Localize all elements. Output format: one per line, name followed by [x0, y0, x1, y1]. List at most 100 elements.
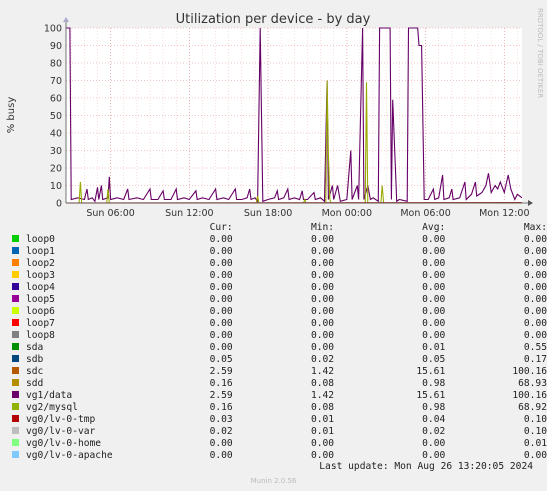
legend-min-value: 1.42	[310, 366, 335, 377]
legend-max-value: 0.10	[523, 426, 547, 437]
legend-table: Cur: Min: Avg: Max: loop0 0.00 0.00 0.00 0.0…	[12, 222, 547, 462]
legend-avg-value: 0.00	[422, 270, 446, 281]
legend-max-value: 0.00	[523, 270, 547, 281]
legend-max-value: 0.00	[523, 258, 547, 269]
y-tick-label: 100	[44, 24, 62, 35]
legend-series: vg0/lv-0-var	[12, 426, 151, 438]
legend-max-value: 100.16	[512, 366, 547, 377]
y-tick-label: 80	[50, 59, 62, 70]
legend-min-value: 0.02	[310, 354, 335, 365]
legend-avg-value: 0.05	[422, 354, 446, 365]
legend-series-name: vg1/data	[26, 390, 73, 401]
y-tick-label: 0	[56, 199, 62, 210]
legend-row: vg2/mysql 0.16 0.08 0.98 68.92	[12, 402, 547, 414]
legend-row: vg0/lv-0-var 0.02 0.01 0.02 0.10	[12, 426, 547, 438]
legend-series: vg0/lv-0-tmp	[12, 414, 151, 426]
legend-row: loop7 0.00 0.00 0.00 0.00	[12, 318, 547, 330]
legend-series-name: vg0/lv-0-home	[26, 438, 102, 449]
y-tick-label: 50	[50, 111, 62, 122]
legend-color-swatch	[12, 367, 19, 374]
legend-series: loop7	[12, 318, 151, 330]
legend-color-swatch	[12, 259, 19, 266]
legend-avg-value: 0.04	[422, 414, 446, 425]
legend-series-name: vg0/lv-0-var	[26, 426, 96, 437]
legend-series-name: loop1	[26, 246, 55, 257]
legend-cur-value: 0.00	[209, 246, 233, 257]
y-axis-arrow-icon	[63, 17, 69, 22]
legend-color-swatch	[12, 355, 19, 362]
legend-min-value: 0.01	[310, 426, 335, 437]
legend-color-swatch	[12, 295, 19, 302]
legend-row: vg0/lv-0-home 0.00 0.00 0.00 0.01	[12, 438, 547, 450]
x-ticks: Sun 06:00 Sun 12:00 Sun 18:00 Mon 00:00 Mon …	[86, 208, 529, 219]
legend-color-swatch	[12, 427, 19, 434]
legend-series: loop4	[12, 282, 151, 294]
legend-series-name: loop6	[26, 306, 55, 317]
legend-avg-value: 0.00	[422, 234, 446, 245]
legend-max-value: 0.00	[523, 246, 547, 257]
legend-series: sdd	[12, 378, 151, 390]
legend-color-swatch	[12, 283, 19, 290]
legend-cur-value: 0.00	[209, 450, 233, 461]
legend-min-value: 0.00	[310, 246, 335, 257]
legend-color-swatch	[12, 343, 19, 350]
legend-row: sdb 0.05 0.02 0.05 0.17	[12, 354, 547, 366]
y-tick-label: 60	[50, 94, 62, 105]
legend-min-value: 0.00	[310, 294, 335, 305]
legend-header-row: Cur: Min: Avg: Max:	[12, 222, 547, 234]
x-tick-label: Mon 00:00	[322, 208, 372, 219]
y-tick-label: 90	[50, 41, 62, 52]
legend-series: sdc	[12, 366, 151, 378]
legend-avg-value: 15.61	[416, 366, 446, 377]
legend-max-value: 68.92	[518, 402, 547, 413]
legend-avg-value: 0.00	[422, 258, 446, 269]
legend-min-value: 0.00	[310, 270, 335, 281]
legend-header-cur: Cur:	[209, 222, 233, 233]
x-tick-label: Sun 18:00	[244, 208, 292, 219]
last-update: Last update: Mon Aug 26 13:20:05 2024	[319, 461, 533, 472]
munin-version-footer: Munin 2.0.56	[250, 477, 297, 485]
legend-series-name: loop7	[26, 318, 55, 329]
legend-cur-value: 0.02	[209, 426, 233, 437]
legend-series-name: sda	[26, 342, 44, 353]
legend-row: loop4 0.00 0.00 0.00 0.00	[12, 282, 547, 294]
legend-cur-value: 0.16	[209, 402, 233, 413]
legend-color-swatch	[12, 307, 19, 314]
legend-cur-value: 0.00	[209, 234, 233, 245]
legend-max-value: 68.93	[518, 378, 547, 389]
legend-cur-value: 0.00	[209, 282, 233, 293]
legend-row: vg1/data 2.59 1.42 15.61 100.16	[12, 390, 547, 402]
y-tick-label: 30	[50, 146, 62, 157]
legend-avg-value: 0.00	[422, 282, 446, 293]
y-tick-label: 40	[50, 129, 62, 140]
legend-max-value: 0.00	[523, 234, 547, 245]
legend-max-value: 0.00	[523, 306, 547, 317]
legend-min-value: 0.00	[310, 258, 335, 269]
legend-series: loop8	[12, 330, 151, 342]
legend-header-name	[12, 222, 151, 234]
chart-title: Utilization per device - by day	[176, 12, 371, 27]
legend-cur-value: 0.00	[209, 342, 233, 353]
legend-avg-value: 0.00	[422, 318, 446, 329]
utilization-chart: Utilization per device - by day % busy R…	[6, 8, 544, 219]
legend-header-max: Max:	[523, 222, 547, 233]
legend-avg-value: 0.98	[422, 402, 446, 413]
legend-series-name: sdc	[26, 366, 44, 377]
legend-min-value: 1.42	[310, 390, 335, 401]
legend-series: loop2	[12, 258, 151, 270]
legend-color-swatch	[12, 403, 19, 410]
legend-row: loop6 0.00 0.00 0.00 0.00	[12, 306, 547, 318]
legend-max-value: 0.00	[523, 318, 547, 329]
legend-row: loop8 0.00 0.00 0.00 0.00	[12, 330, 547, 342]
legend-series: loop6	[12, 306, 151, 318]
legend-color-swatch	[12, 415, 19, 422]
legend-series-name: loop8	[26, 330, 55, 341]
x-tick-label: Mon 06:00	[400, 208, 450, 219]
legend-avg-value: 0.00	[422, 246, 446, 257]
legend-min-value: 0.00	[310, 282, 335, 293]
legend-avg-value: 15.61	[416, 390, 446, 401]
legend-series-name: loop2	[26, 258, 55, 269]
legend-series: vg2/mysql	[12, 402, 151, 414]
legend-row: loop0 0.00 0.00 0.00 0.00	[12, 234, 547, 246]
legend-max-value: 0.10	[523, 414, 547, 425]
